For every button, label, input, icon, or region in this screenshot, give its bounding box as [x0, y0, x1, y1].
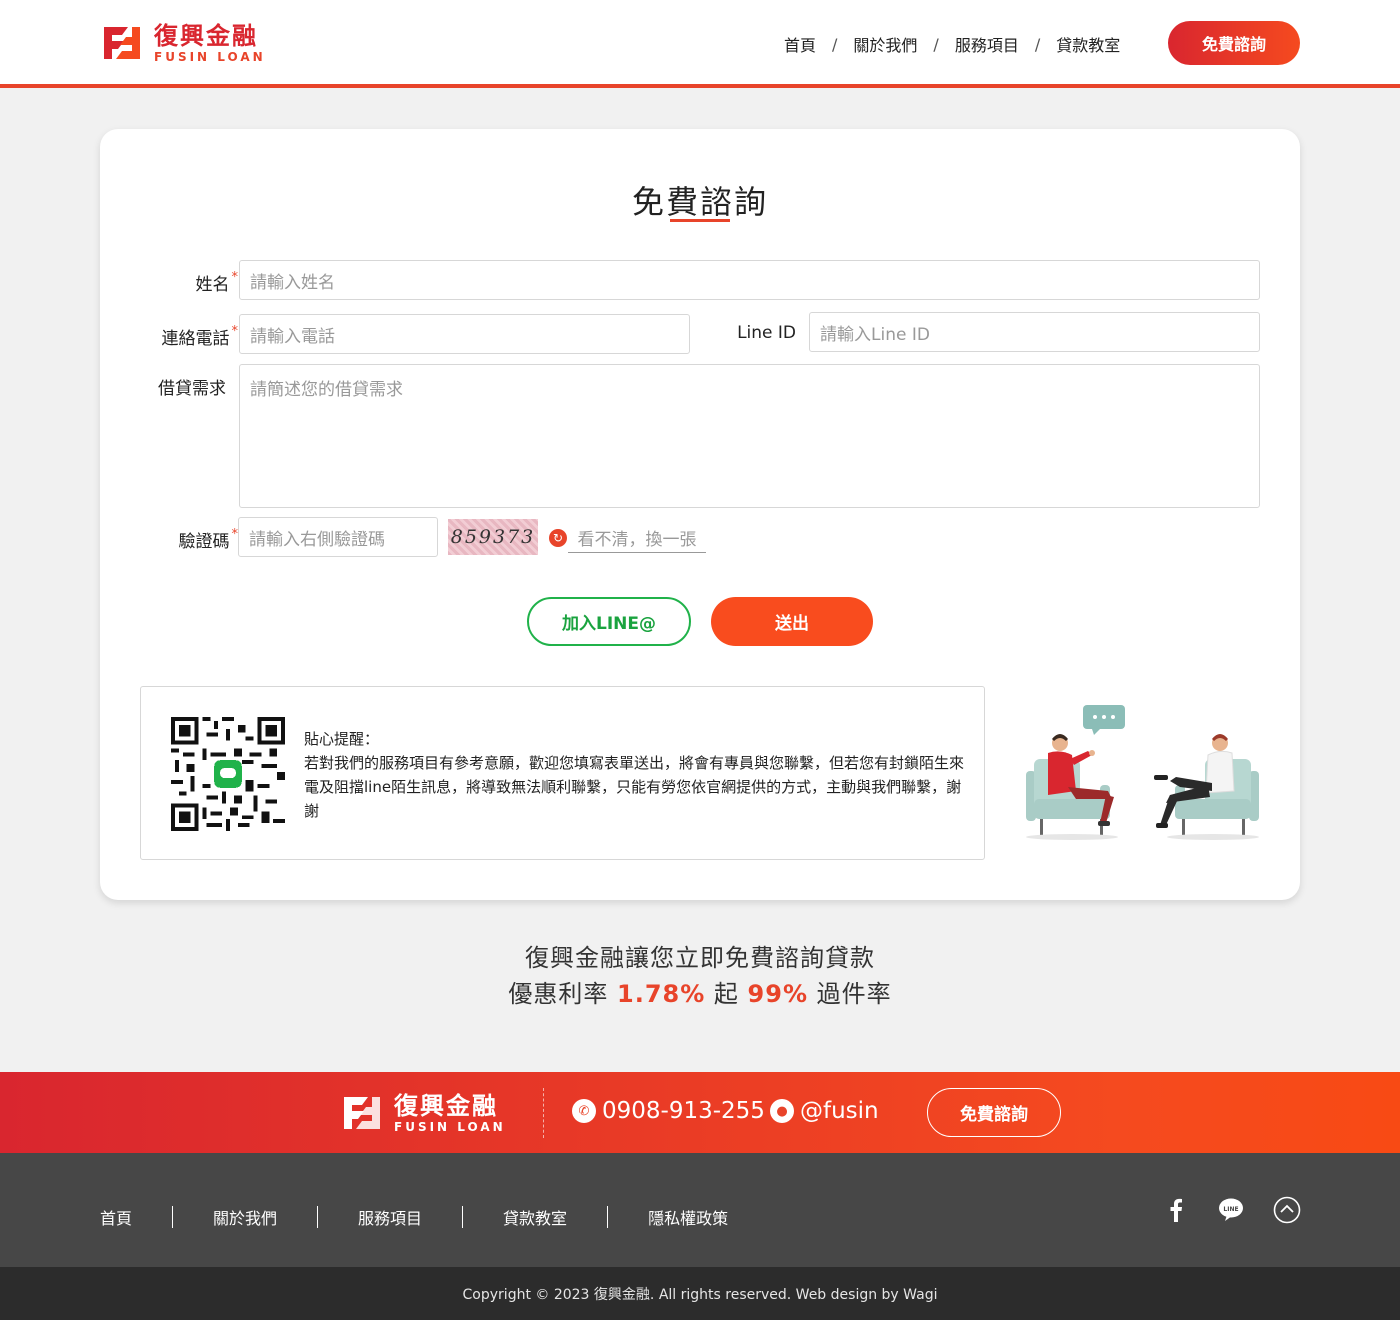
tagline-mid: 起: [713, 980, 739, 1008]
site-header: 復興金融 FUSIN LOAN 首頁 / 關於我們 / 服務項目 / 貸款教室 …: [0, 0, 1400, 88]
consult-form-card: 免費諮詢 姓名 * 請輸入姓名 連絡電話 * 請輸入電話 Line ID 請輸入Li…: [100, 129, 1300, 900]
logo-chinese-text: 復興金融: [154, 22, 258, 50]
phone-icon: ✆: [572, 1099, 596, 1123]
submit-button[interactable]: 送出: [711, 597, 873, 646]
notice-body: 若對我們的服務項目有參考意願，歡迎您填寫表單送出，將會有專員與您聯繫，但若您有封…: [304, 754, 965, 820]
loan-need-textarea[interactable]: 請簡述您的借貸需求: [239, 364, 1260, 508]
line-social-icon[interactable]: LINE: [1217, 1196, 1245, 1224]
facebook-icon[interactable]: [1162, 1196, 1190, 1224]
tagline-rate-prefix: 優惠利率: [508, 980, 609, 1008]
interest-rate-value: 1.78%: [617, 980, 706, 1008]
footer-nav-divider: [172, 1206, 174, 1228]
refresh-icon[interactable]: ↻: [549, 529, 567, 547]
footer-phone[interactable]: ✆ 0908-913-255: [572, 1098, 765, 1124]
footer-consult-button[interactable]: 免費諮詢: [927, 1088, 1061, 1137]
fusin-logo-icon: [104, 27, 140, 59]
name-label-text: 姓名: [195, 275, 230, 295]
nav-item-home[interactable]: 首頁: [784, 32, 816, 56]
need-label: 借貸需求: [158, 379, 226, 399]
captcha-label: 驗證碼 *: [140, 527, 239, 552]
consultation-illustration: [1026, 705, 1259, 840]
pass-rate-value: 99%: [747, 980, 808, 1008]
footer-nav: 首頁 關於我們 服務項目 貸款教室 隱私權政策: [100, 1205, 728, 1229]
qr-code-icon[interactable]: [171, 717, 285, 831]
phone-input[interactable]: 請輸入電話: [239, 314, 690, 354]
captcha-image[interactable]: 859373: [448, 519, 538, 555]
footer-nav-bar: 首頁 關於我們 服務項目 貸款教室 隱私權政策 LINE: [0, 1153, 1400, 1267]
captcha-input[interactable]: 請輸入右側驗證碼: [238, 517, 438, 557]
tagline-line2: 優惠利率 1.78% 起 99% 過件率: [0, 976, 1400, 1012]
footer-logo[interactable]: 復興金融 FUSIN LOAN: [338, 1090, 506, 1136]
lineid-label: Line ID: [737, 323, 796, 343]
notice-title: 貼心提醒：: [304, 730, 380, 748]
header-consult-button[interactable]: 免費諮詢: [1168, 21, 1300, 65]
nav-item-services[interactable]: 服務項目: [955, 32, 1019, 56]
footer-nav-about[interactable]: 關於我們: [213, 1205, 277, 1229]
footer-nav-divider: [607, 1206, 609, 1228]
tagline-line1: 復興金融讓您立即免費諮詢貸款: [525, 944, 875, 972]
logo-chinese-text: 復興金融: [394, 1092, 498, 1120]
tagline-suffix: 過件率: [816, 980, 892, 1008]
phone-label-text: 連絡電話: [161, 329, 230, 349]
required-mark: *: [231, 270, 239, 285]
promo-tagline: 復興金融讓您立即免費諮詢貸款 優惠利率 1.78% 起 99% 過件率: [0, 940, 1400, 1012]
copyright: Copyright © 2023 復興金融. All rights reserv…: [0, 1267, 1400, 1320]
footer-phone-number: 0908-913-255: [602, 1098, 765, 1124]
required-mark: *: [231, 324, 239, 339]
logo-english-text: FUSIN LOAN: [394, 1120, 506, 1134]
join-line-button[interactable]: 加入LINE@: [527, 597, 691, 646]
footer-contact-band: 復興金融 FUSIN LOAN ✆ 0908-913-255 ● @fusin …: [0, 1072, 1400, 1153]
nav-separator: /: [1034, 34, 1041, 54]
footer-divider: [543, 1088, 544, 1138]
phone-label: 連絡電話 *: [140, 324, 239, 349]
nav-separator: /: [933, 34, 939, 54]
footer-nav-privacy[interactable]: 隱私權政策: [648, 1205, 728, 1229]
nav-item-about[interactable]: 關於我們: [853, 32, 917, 56]
footer-nav-divider: [317, 1206, 319, 1228]
name-label: 姓名 *: [140, 270, 239, 295]
captcha-refresh-link[interactable]: 看不清，換一張: [568, 525, 706, 553]
line-icon: ●: [770, 1099, 794, 1123]
lineid-input[interactable]: 請輸入Line ID: [809, 312, 1260, 352]
name-input[interactable]: 請輸入姓名: [239, 260, 1260, 300]
title-underline: [670, 219, 730, 222]
footer-nav-services[interactable]: 服務項目: [358, 1205, 422, 1229]
page-title: 免費諮詢: [631, 183, 768, 221]
back-to-top-icon[interactable]: [1273, 1196, 1301, 1224]
main-nav: 首頁 / 關於我們 / 服務項目 / 貸款教室: [784, 32, 1120, 56]
footer-line-id: @fusin: [800, 1098, 879, 1124]
footer-nav-loan-class[interactable]: 貸款教室: [503, 1205, 567, 1229]
svg-text:LINE: LINE: [1223, 1206, 1238, 1213]
captcha-label-text: 驗證碼: [178, 532, 230, 552]
nav-item-loan-class[interactable]: 貸款教室: [1056, 32, 1120, 56]
footer-nav-home[interactable]: 首頁: [100, 1205, 132, 1229]
logo-english-text: FUSIN LOAN: [154, 50, 266, 64]
notice-box: 貼心提醒： 若對我們的服務項目有參考意願，歡迎您填寫表單送出，將會有專員與您聯繫…: [140, 686, 985, 860]
footer-line[interactable]: ● @fusin: [770, 1098, 879, 1124]
site-logo[interactable]: 復興金融 FUSIN LOAN: [98, 18, 266, 68]
nav-separator: /: [832, 34, 838, 54]
fusin-logo-icon: [344, 1097, 380, 1129]
footer-nav-divider: [462, 1206, 464, 1228]
